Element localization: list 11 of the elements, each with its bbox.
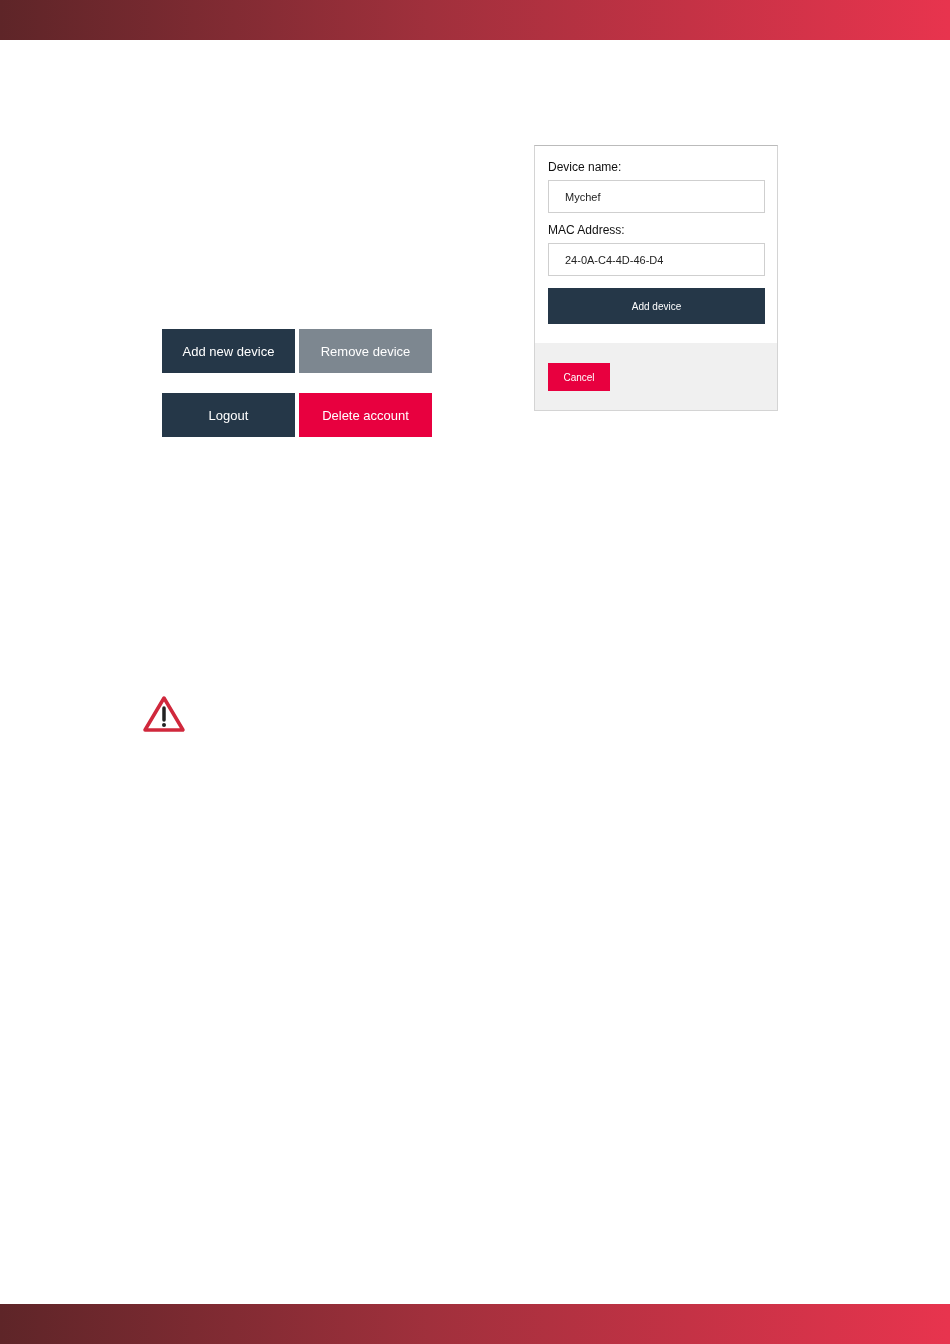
field-label: MAC Address: — [548, 223, 626, 237]
cancel-button[interactable]: Cancel — [548, 363, 610, 391]
action-button[interactable]: Remove device — [299, 329, 432, 373]
warning-icon — [142, 695, 186, 733]
input-field[interactable]: Mychef — [548, 180, 765, 213]
action-button[interactable]: Delete account — [299, 393, 432, 437]
action-button[interactable]: Add new device — [162, 329, 295, 373]
add-device-button[interactable]: Add device — [548, 288, 765, 324]
action-button[interactable]: Logout — [162, 393, 295, 437]
input-field[interactable]: 24-0A-C4-4D-46-D4 — [548, 243, 765, 276]
field-label: Device name: — [548, 160, 623, 174]
